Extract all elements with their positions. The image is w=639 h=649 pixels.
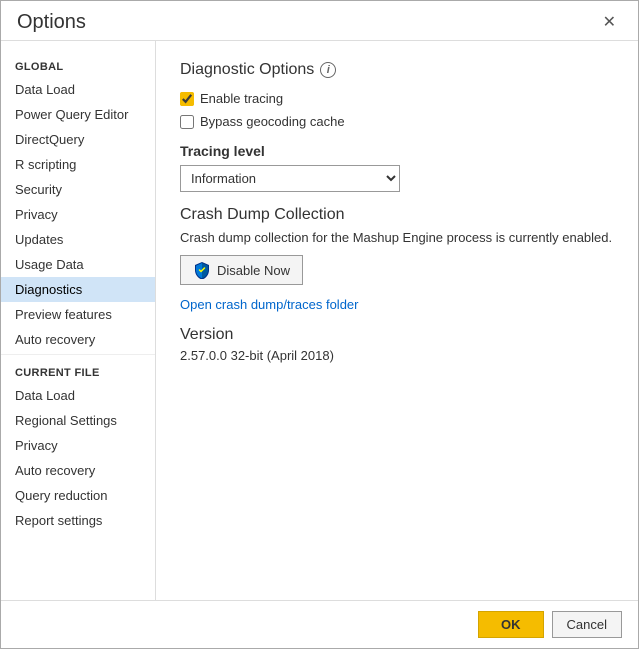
global-section-label: GLOBAL [1, 51, 155, 77]
sidebar-item-updates[interactable]: Updates [1, 227, 155, 252]
shield-icon [193, 261, 211, 279]
ok-button[interactable]: OK [478, 611, 544, 638]
options-dialog: Options ✕ GLOBAL Data Load Power Query E… [0, 0, 639, 649]
sidebar-item-diagnostics[interactable]: Diagnostics [1, 277, 155, 302]
current-file-section-label: CURRENT FILE [1, 357, 155, 383]
sidebar-item-r-scripting[interactable]: R scripting [1, 152, 155, 177]
tracing-level-select-row: Information Verbose Warning Error [180, 165, 614, 192]
dialog-body: GLOBAL Data Load Power Query Editor Dire… [1, 40, 638, 600]
sidebar-item-preview-features[interactable]: Preview features [1, 302, 155, 327]
diagnostic-options-title: Diagnostic Options i [180, 61, 614, 79]
bypass-geocoding-checkbox[interactable] [180, 115, 194, 129]
enable-tracing-row: Enable tracing [180, 91, 614, 106]
sidebar-item-data-load[interactable]: Data Load [1, 77, 155, 102]
sidebar-item-power-query-editor[interactable]: Power Query Editor [1, 102, 155, 127]
open-folder-link[interactable]: Open crash dump/traces folder [180, 297, 614, 312]
sidebar-item-cf-query-reduction[interactable]: Query reduction [1, 483, 155, 508]
sidebar-divider [1, 354, 155, 355]
tracing-level-select[interactable]: Information Verbose Warning Error [180, 165, 400, 192]
info-icon: i [320, 62, 336, 78]
version-title: Version [180, 326, 614, 344]
sidebar-item-usage-data[interactable]: Usage Data [1, 252, 155, 277]
bypass-geocoding-row: Bypass geocoding cache [180, 114, 614, 129]
enable-tracing-checkbox[interactable] [180, 92, 194, 106]
crash-dump-title: Crash Dump Collection [180, 206, 614, 224]
dialog-title: Options [17, 11, 86, 34]
sidebar-item-cf-regional-settings[interactable]: Regional Settings [1, 408, 155, 433]
sidebar-item-privacy[interactable]: Privacy [1, 202, 155, 227]
main-content: Diagnostic Options i Enable tracing Bypa… [156, 41, 638, 600]
enable-tracing-label: Enable tracing [200, 91, 283, 106]
title-bar: Options ✕ [1, 1, 638, 40]
sidebar: GLOBAL Data Load Power Query Editor Dire… [1, 41, 156, 600]
sidebar-item-direct-query[interactable]: DirectQuery [1, 127, 155, 152]
crash-dump-description: Crash dump collection for the Mashup Eng… [180, 230, 614, 245]
sidebar-item-cf-report-settings[interactable]: Report settings [1, 508, 155, 533]
sidebar-item-cf-data-load[interactable]: Data Load [1, 383, 155, 408]
bypass-geocoding-label: Bypass geocoding cache [200, 114, 345, 129]
close-button[interactable]: ✕ [597, 13, 622, 33]
disable-now-button[interactable]: Disable Now [180, 255, 303, 285]
sidebar-item-cf-privacy[interactable]: Privacy [1, 433, 155, 458]
dialog-footer: OK Cancel [1, 600, 638, 648]
sidebar-item-cf-auto-recovery[interactable]: Auto recovery [1, 458, 155, 483]
disable-now-label: Disable Now [217, 263, 290, 278]
tracing-level-title: Tracing level [180, 143, 614, 159]
version-text: 2.57.0.0 32-bit (April 2018) [180, 348, 614, 363]
cancel-button[interactable]: Cancel [552, 611, 622, 638]
sidebar-item-auto-recovery-global[interactable]: Auto recovery [1, 327, 155, 352]
sidebar-item-security[interactable]: Security [1, 177, 155, 202]
